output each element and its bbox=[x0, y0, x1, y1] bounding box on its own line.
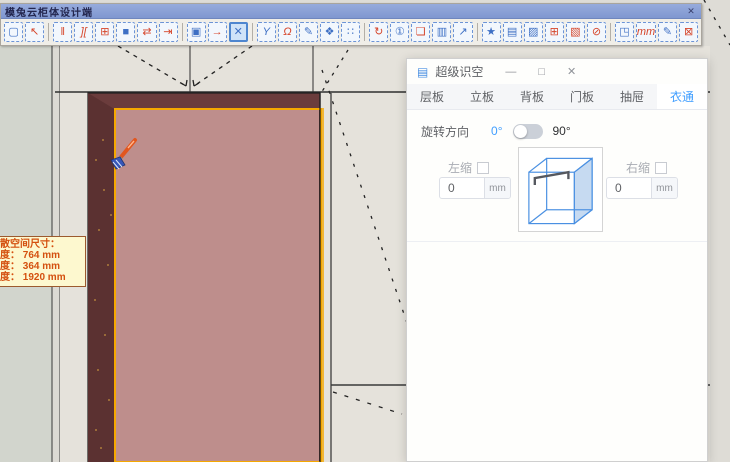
magnet-icon[interactable]: Ω bbox=[278, 22, 297, 42]
rotation-label: 旋转方向 bbox=[421, 123, 469, 140]
dialog-title: 超级识空 bbox=[435, 63, 483, 80]
maximize-icon[interactable]: □ bbox=[538, 66, 545, 78]
toolbar-icon-row: ▢↖‖][⊞■⇄⇥▣→✕YΩ✎❖∷↻①❏▥↗★▤▨⊞▧⊘◳mm✎⊠ bbox=[1, 19, 701, 45]
tab-cengban[interactable]: 层板 bbox=[407, 84, 457, 109]
slash-remove-icon[interactable]: ⊠ bbox=[679, 22, 698, 42]
super-space-dialog: ▤ 超级识空 — □ ✕ 层板立板背板门板抽屉衣通 旋转方向 0° 90° 左缩… bbox=[406, 58, 708, 462]
curtain-edit-icon[interactable]: ▨ bbox=[524, 22, 543, 42]
tab-beiban[interactable]: 背板 bbox=[507, 84, 557, 109]
close-icon[interactable]: ✕ bbox=[567, 65, 576, 78]
right-shrink-input[interactable]: 0 mm bbox=[606, 177, 678, 199]
expand-arrow-icon[interactable]: ↗ bbox=[453, 22, 472, 42]
paint-brush-icon[interactable]: ✎ bbox=[299, 22, 318, 42]
tab-chouti[interactable]: 抽屉 bbox=[607, 84, 657, 109]
move-right-panel-icon[interactable]: → bbox=[208, 22, 227, 42]
left-shrink-unit: mm bbox=[484, 178, 510, 198]
cube-rail-diagram bbox=[519, 148, 602, 232]
tab-menban[interactable]: 门板 bbox=[557, 84, 607, 109]
toggle-knob bbox=[514, 125, 527, 138]
left-shrink-checkbox[interactable] bbox=[477, 162, 489, 174]
left-shrink-value[interactable]: 0 bbox=[440, 178, 484, 198]
application-screen: 模兔云柜体设计端 ✕ ▢↖‖][⊞■⇄⇥▣→✕YΩ✎❖∷↻①❏▥↗★▤▨⊞▧⊘◳… bbox=[0, 0, 730, 462]
grid-cells-icon[interactable]: ⊞ bbox=[95, 22, 114, 42]
selection-expand-icon[interactable]: ◳ bbox=[615, 22, 634, 42]
document-icon: ▤ bbox=[417, 65, 428, 79]
fill-panel-icon[interactable]: ■ bbox=[116, 22, 135, 42]
clean-brush-icon[interactable]: ✎ bbox=[658, 22, 677, 42]
split-bracket-icon[interactable]: ][ bbox=[74, 22, 93, 42]
clipboard-edit-icon[interactable]: ▤ bbox=[503, 22, 522, 42]
magic-select-icon[interactable]: ★ bbox=[482, 22, 501, 42]
section-divider bbox=[407, 241, 707, 242]
right-shrink-label-row: 右缩 bbox=[626, 159, 667, 176]
measure-mm-icon[interactable]: mm bbox=[636, 22, 656, 42]
toolbar-close-icon[interactable]: ✕ bbox=[685, 6, 697, 17]
hatch-delete-icon[interactable]: ⊘ bbox=[587, 22, 606, 42]
dialog-tab-bar: 层板立板背板门板抽屉衣通 bbox=[407, 84, 707, 110]
toolbar-title-text: 模兔云柜体设计端 bbox=[5, 4, 93, 19]
rotation-0-option[interactable]: 0° bbox=[491, 124, 502, 138]
wardrobe-rail-preview bbox=[518, 147, 603, 232]
delete-cross-panel-icon[interactable]: ✕ bbox=[229, 22, 248, 42]
resize-corners-icon[interactable]: ▣ bbox=[187, 22, 206, 42]
tab-liban[interactable]: 立板 bbox=[457, 84, 507, 109]
space-size-tooltip: 散空间尺寸：度： 764 mm度： 364 mm度： 1920 mm bbox=[0, 236, 86, 287]
dialog-header[interactable]: ▤ 超级识空 — □ ✕ bbox=[407, 59, 707, 84]
right-shrink-unit: mm bbox=[651, 178, 677, 198]
rotation-toggle[interactable] bbox=[513, 124, 543, 139]
shrink-section: 左缩 0 mm 右缩 bbox=[407, 141, 707, 241]
right-shrink-checkbox[interactable] bbox=[655, 162, 667, 174]
axis-hexagon-icon[interactable]: Y bbox=[257, 22, 276, 42]
left-shrink-input[interactable]: 0 mm bbox=[439, 177, 511, 199]
select-cursor-icon[interactable]: ↖ bbox=[25, 22, 44, 42]
left-shrink-label-row: 左缩 bbox=[448, 159, 489, 176]
gear-number-icon[interactable]: ① bbox=[390, 22, 409, 42]
rotate-circle-icon[interactable]: ↻ bbox=[369, 22, 388, 42]
cabinet-left-side bbox=[88, 93, 116, 462]
merge-panels-icon[interactable]: ⇥ bbox=[159, 22, 178, 42]
component-settings-icon[interactable]: ❖ bbox=[320, 22, 339, 42]
toolbar-titlebar[interactable]: 模兔云柜体设计端 ✕ bbox=[1, 4, 701, 19]
right-shrink-value[interactable]: 0 bbox=[607, 178, 651, 198]
minimize-icon[interactable]: — bbox=[505, 66, 516, 78]
split-vertical-icon[interactable]: ‖ bbox=[53, 22, 72, 42]
swap-hexagon-icon[interactable]: ⇄ bbox=[137, 22, 156, 42]
toolbar-window: 模兔云柜体设计端 ✕ ▢↖‖][⊞■⇄⇥▣→✕YΩ✎❖∷↻①❏▥↗★▤▨⊞▧⊘◳… bbox=[0, 3, 702, 46]
hatch-disable-icon[interactable]: ▧ bbox=[566, 22, 585, 42]
group-dots-icon[interactable]: ∷ bbox=[341, 22, 360, 42]
tab-yitong[interactable]: 衣通 bbox=[657, 84, 707, 109]
cabinet-back-panel[interactable] bbox=[116, 110, 319, 462]
overlap-squares-icon[interactable]: ❏ bbox=[411, 22, 430, 42]
grid-remove-icon[interactable]: ⊞ bbox=[545, 22, 564, 42]
side-panel-icon[interactable]: ▥ bbox=[432, 22, 451, 42]
select-region-icon[interactable]: ▢ bbox=[4, 22, 23, 42]
clothes-rail bbox=[535, 172, 569, 185]
rotation-90-option[interactable]: 90° bbox=[553, 124, 571, 138]
